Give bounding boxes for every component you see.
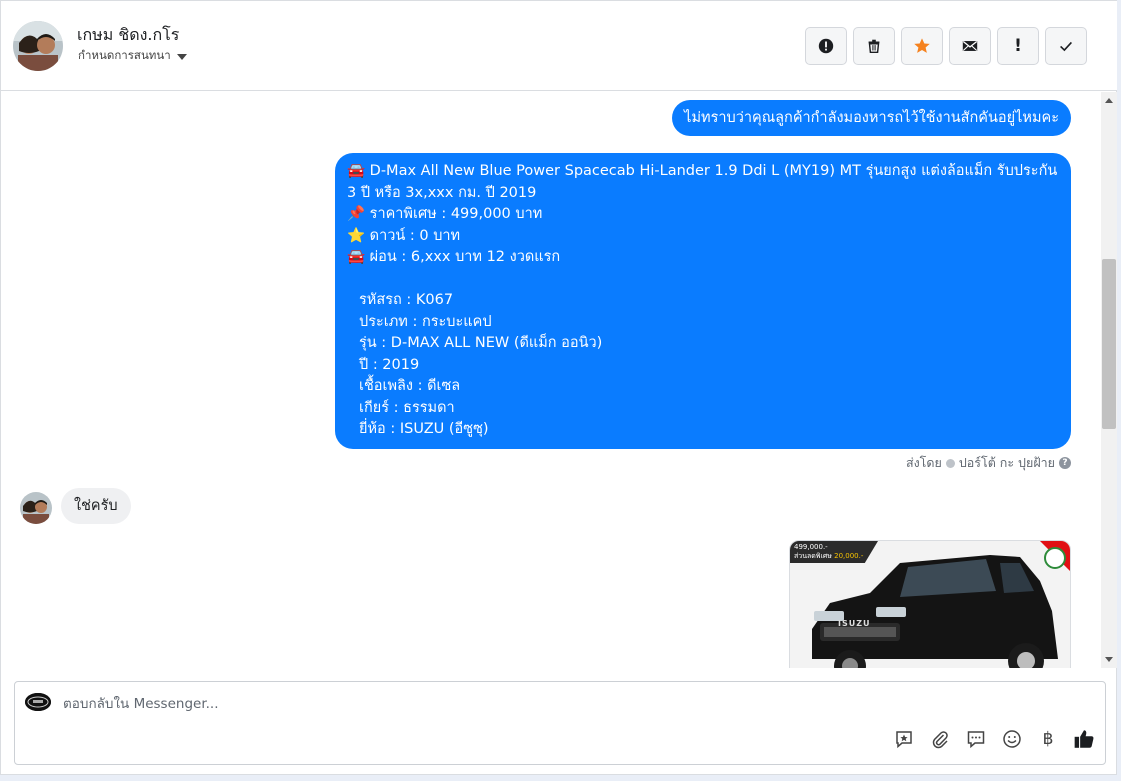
like-button[interactable]: [1073, 728, 1095, 750]
saved-replies-button[interactable]: [893, 728, 915, 750]
page-avatar: [25, 693, 51, 711]
mark-unread-button[interactable]: [949, 27, 991, 65]
mark-done-button[interactable]: [1045, 27, 1087, 65]
car-photo-attachment[interactable]: 499,000.- ส่วนลดพิเศษ 20,000.- ISUZU: [789, 540, 1071, 668]
message-line: 🚘 ผ่อน : 6,xxx บาท 12 งวดแรก: [347, 249, 561, 265]
paperclip-icon: [932, 731, 948, 749]
speech-star-icon: [896, 731, 912, 749]
chat-bubble-icon: [967, 731, 985, 749]
line-spacer: [347, 269, 1059, 291]
contact-avatar-small[interactable]: [20, 492, 52, 524]
message-line: ประเภท : กระบะแคป: [359, 313, 492, 330]
message-scrollbar[interactable]: [1101, 92, 1117, 668]
outgoing-message-car-details: 🚘 D-Max All New Blue Power Spacecab Hi-L…: [335, 153, 1071, 449]
delete-button[interactable]: [853, 27, 895, 65]
message-line: รหัสรถ : K067: [359, 292, 454, 308]
attach-button[interactable]: [929, 728, 951, 750]
reply-composer: ฿: [14, 681, 1106, 765]
outgoing-message: ไม่ทราบว่าคุณลูกค้ากำลังมองหารถไว้ใช้งาน…: [672, 100, 1071, 136]
assign-label: กำหนดการสนทนา: [78, 48, 171, 62]
quick-reply-button[interactable]: [965, 728, 987, 750]
incoming-message: ใช่ครับ: [61, 488, 131, 524]
message-line: เกียร์ : ธรรมดา: [359, 399, 455, 416]
promo-price: 499,000.-: [794, 543, 828, 551]
message-line: 🚘 D-Max All New Blue Power Spacecab Hi-L…: [347, 163, 1058, 179]
emoji-button[interactable]: [1001, 728, 1023, 750]
message-list[interactable]: ไม่ทราบว่าคุณลูกค้ากำลังมองหารถไว้ใช้งาน…: [1, 92, 1101, 668]
promo-price-tag: 499,000.- ส่วนลดพิเศษ 20,000.-: [790, 541, 878, 563]
trash-icon: [868, 39, 880, 54]
contact-name: เกษม ชิดง.กโร: [77, 25, 180, 44]
smiley-icon: [1003, 730, 1021, 748]
message-line: ยี่ห้อ : ISUZU (อีซูซุ): [359, 421, 489, 437]
promo-discount: ส่วนลดพิเศษ 20,000.-: [794, 552, 864, 560]
sent-by-info: ส่งโดย ปอร์โต้ กะ ปุยฝ้าย ?: [906, 453, 1071, 473]
sent-by-name[interactable]: ปอร์โต้ กะ ปุยฝ้าย: [959, 453, 1055, 473]
reply-input[interactable]: [63, 694, 763, 714]
caret-down-icon: [176, 53, 187, 60]
star-button[interactable]: [901, 27, 943, 65]
message-line: ปี : 2019: [359, 356, 420, 373]
header-actions: !: [805, 27, 1087, 65]
message-line: รุ่น : D-MAX ALL NEW (ดีแม็ก ออนิว): [359, 335, 603, 351]
exclamation-icon: !: [1014, 36, 1022, 56]
sender-status-icon: [945, 458, 955, 468]
message-line: 📌 ราคาพิเศษ : 499,000 บาท: [347, 206, 543, 222]
help-icon[interactable]: ?: [1059, 457, 1071, 469]
scroll-up-arrow-icon[interactable]: [1105, 98, 1113, 103]
follow-up-button[interactable]: !: [997, 27, 1039, 65]
baht-icon: ฿: [1042, 729, 1054, 749]
contact-avatar[interactable]: [13, 21, 63, 71]
scroll-down-arrow-icon[interactable]: [1105, 657, 1113, 662]
mark-spam-button[interactable]: [805, 27, 847, 65]
grille-brand-text: ISUZU: [838, 619, 871, 628]
assign-conversation-dropdown[interactable]: กำหนดการสนทนา: [78, 47, 187, 65]
inbox-conversation-panel: เกษม ชิดง.กโร กำหนดการสนทนา ! ไม่ทราบว่า…: [0, 0, 1117, 775]
message-line: เชื้อเพลิง : ดีเซล: [359, 378, 461, 394]
conversation-header: เกษม ชิดง.กโร กำหนดการสนทนา !: [1, 1, 1117, 91]
message-line: ⭐ ดาวน์ : 0 บาท: [347, 227, 461, 244]
dealer-seal-icon: [1044, 547, 1066, 569]
envelope-icon: [962, 41, 978, 51]
thumbs-up-icon: [1074, 730, 1094, 748]
alert-circle-icon: [818, 38, 834, 54]
payment-button[interactable]: ฿: [1037, 728, 1059, 750]
check-icon: [1060, 41, 1072, 52]
composer-tools: ฿: [893, 728, 1095, 750]
star-icon: [914, 38, 930, 53]
message-line: 3 ปี หรือ 3x,xxx กม. ปี 2019: [347, 184, 537, 201]
scroll-thumb[interactable]: [1102, 259, 1116, 429]
sent-by-label: ส่งโดย: [905, 455, 942, 470]
